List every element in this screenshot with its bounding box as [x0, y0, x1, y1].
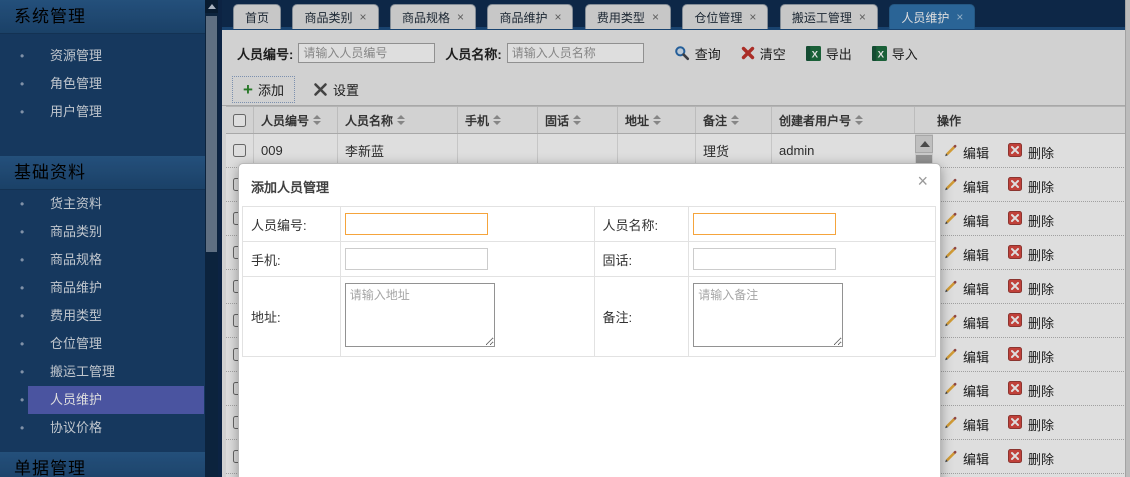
- field-label-address: 地址:: [243, 277, 341, 357]
- dialog-code-input[interactable]: [345, 213, 488, 235]
- field-label-code: 人员编号:: [243, 207, 341, 242]
- dialog-title: 添加人员管理: [251, 177, 329, 196]
- dialog-name-input[interactable]: [693, 213, 836, 235]
- dialog-tel-input[interactable]: [693, 248, 836, 270]
- field-label-name: 人员名称:: [594, 207, 689, 242]
- close-icon[interactable]: ×: [917, 172, 928, 190]
- dialog-mobile-input[interactable]: [345, 248, 488, 270]
- app-window: 系统管理 •资源管理 •角色管理 •用户管理 基础资料 •货主资料 •商品类别 …: [0, 0, 1130, 477]
- dialog-note-textarea[interactable]: [693, 283, 843, 347]
- field-label-tel: 固话:: [594, 242, 689, 277]
- field-label-note: 备注:: [594, 277, 689, 357]
- dialog-address-textarea[interactable]: [345, 283, 495, 347]
- field-label-mobile: 手机:: [243, 242, 341, 277]
- dialog-form: 人员编号: 人员名称: 手机: 固话: 地址: 备注:: [242, 206, 936, 357]
- add-personnel-dialog: 添加人员管理 × 人员编号: 人员名称: 手机: 固话: 地址: 备注:: [238, 163, 941, 477]
